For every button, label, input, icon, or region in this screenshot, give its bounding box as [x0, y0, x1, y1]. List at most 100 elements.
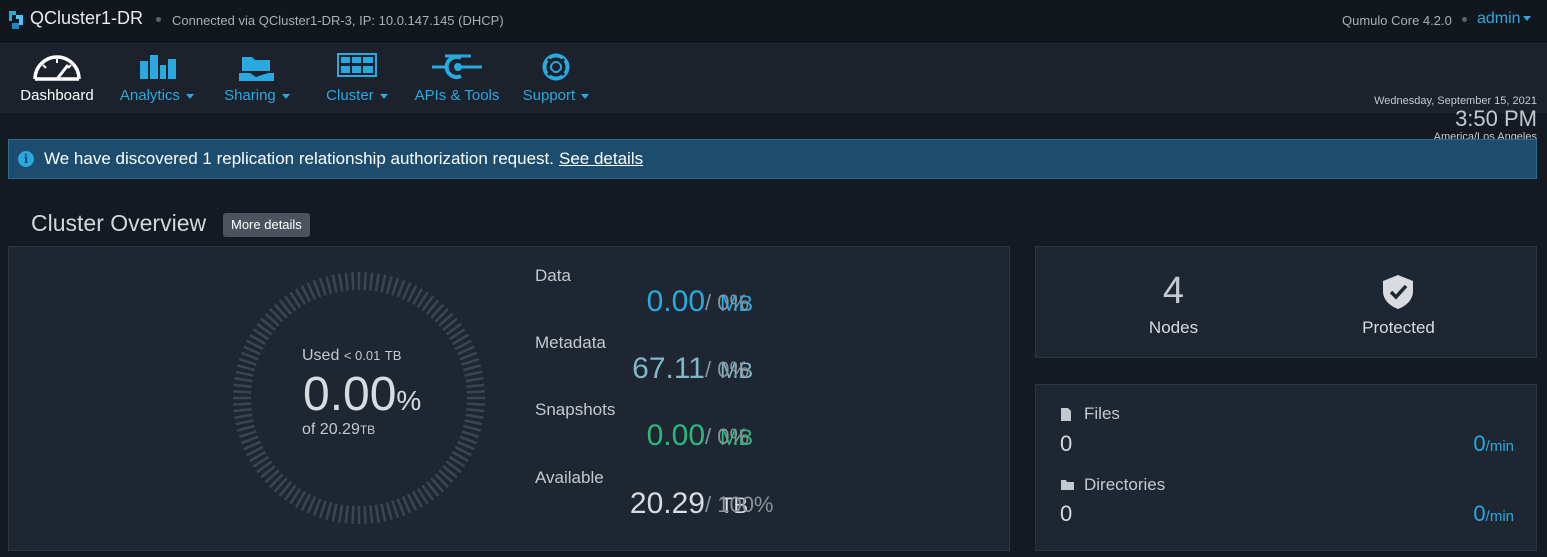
more-details-button[interactable]: More details: [223, 213, 310, 237]
gauge-tick: [238, 430, 257, 439]
section-title: Cluster Overview: [31, 210, 207, 236]
stat-label: Available: [535, 468, 604, 487]
stat-label: Metadata: [535, 333, 606, 352]
gauge-tick: [233, 402, 252, 406]
gauge-tick: [391, 500, 400, 519]
connection-status: Connected via QCluster1-DR-3, IP: 10.0.1…: [172, 13, 504, 28]
gauge-tick: [233, 408, 252, 413]
gauge-tick: [369, 272, 374, 291]
stat-label: Snapshots: [535, 400, 616, 419]
directories-label: Directories: [1061, 475, 1165, 495]
gauge-tick: [234, 413, 253, 419]
alert-message: We have discovered 1 replication relatio…: [44, 149, 554, 168]
cluster-name: QCluster1-DR: [30, 8, 144, 28]
directories-count: 0: [1060, 501, 1073, 526]
gauge-tick: [344, 505, 349, 524]
user-name: admin: [1477, 10, 1521, 27]
gauge-icon: [33, 55, 81, 81]
gauge-tick: [318, 277, 327, 296]
nav-support[interactable]: Support: [518, 43, 594, 115]
qumulo-logo-icon: [9, 11, 23, 29]
nav-label: APIs & Tools: [414, 87, 500, 104]
gauge-tick: [234, 377, 253, 383]
gauge-tick: [235, 419, 254, 426]
gauge-tick: [385, 275, 393, 295]
directories-rate: 0/min: [1473, 501, 1514, 526]
gauge-tick: [396, 279, 406, 298]
gauge-tick: [396, 498, 406, 517]
nav-sharing[interactable]: Sharing: [218, 43, 296, 115]
gauge-tick: [325, 501, 333, 521]
gauge-used: Used < 0.01 TB: [302, 347, 402, 364]
nav-apis-tools[interactable]: APIs & Tools: [410, 43, 504, 115]
gauge-tick: [240, 435, 259, 445]
files-label: Files: [1061, 404, 1120, 424]
gauge-tick: [459, 435, 478, 445]
gauge-tick: [338, 504, 344, 523]
file-icon: [1061, 407, 1071, 421]
gauge-tick: [236, 364, 256, 372]
gauge-tick: [464, 419, 483, 426]
chevron-down-icon: [1522, 16, 1531, 22]
gauge-tick: [238, 357, 257, 366]
stat-available: 20.29 TB / 100%: [629, 487, 774, 520]
nav-analytics[interactable]: Analytics: [114, 43, 200, 115]
nav-dashboard[interactable]: Dashboard: [12, 43, 102, 115]
gauge-tick: [338, 273, 344, 292]
gauge-tick: [344, 272, 349, 291]
gauge-tick: [465, 377, 484, 383]
stat-data: 0.00 MB / 0%: [646, 285, 753, 318]
cluster-grid-icon: [337, 53, 377, 77]
gauge-tick: [363, 505, 367, 524]
separator-dot: [1462, 17, 1467, 22]
gauge-percent: 0.00%: [303, 368, 422, 421]
stat-value: 0.00: [646, 285, 705, 318]
nav-cluster[interactable]: Cluster: [320, 43, 394, 115]
see-details-link[interactable]: See details: [559, 149, 643, 169]
gauge-tick: [385, 501, 393, 521]
gauge-tick: [380, 274, 387, 293]
stat-value: 0.00: [646, 419, 705, 452]
nav-label: Dashboard: [20, 87, 94, 104]
gauge-tick: [462, 424, 482, 432]
gauge-tick: [462, 364, 482, 372]
stat-value: 67.11: [632, 352, 705, 385]
user-menu[interactable]: admin: [1477, 10, 1531, 28]
nav-label: Cluster: [320, 87, 394, 104]
replication-alert-banner: i We have discovered 1 replication relat…: [8, 139, 1537, 179]
files-panel: Files 0 0/min Directories 0 0/min: [1035, 384, 1537, 551]
folder-icon: [1061, 480, 1074, 490]
gauge-tick: [461, 430, 480, 439]
stat-percent: / 100%: [705, 492, 774, 517]
software-version: Qumulo Core 4.2.0: [1342, 13, 1452, 28]
files-count: 0: [1060, 431, 1073, 456]
gauge-tick: [312, 498, 322, 517]
nodes-label: Nodes: [1148, 318, 1199, 337]
nav-label: Analytics: [114, 87, 200, 104]
files-rate: 0/min: [1473, 431, 1514, 456]
gauge-tick: [351, 505, 355, 524]
gauge-tick: [464, 370, 483, 377]
gauge-tick: [466, 408, 485, 413]
gauge-total: of 20.29TB: [302, 421, 376, 438]
gauge-tick: [380, 503, 387, 522]
gauge-tick: [318, 500, 327, 519]
gauge-tick: [331, 503, 338, 522]
gauge-tick: [331, 274, 338, 293]
date-time-display: Wednesday, September 15, 2021 3:50 PM Am…: [1374, 95, 1537, 143]
lifebuoy-icon: [542, 53, 570, 81]
gauge-tick: [233, 383, 252, 388]
gauge-tick: [466, 390, 485, 394]
top-bar: QCluster1-DR Connected via QCluster1-DR-…: [0, 0, 1547, 42]
stat-value: 20.29: [629, 487, 705, 520]
gauge-tick: [312, 279, 322, 298]
shield-check-icon: [1383, 275, 1413, 309]
gauge-tick: [235, 370, 254, 377]
stat-percent: / 0%: [705, 290, 750, 315]
node-count: 4: [1162, 270, 1185, 312]
stat-percent: / 0%: [705, 357, 750, 382]
folder-share-icon: [239, 57, 274, 81]
bar-chart-icon: [140, 55, 176, 79]
api-icon: [432, 54, 482, 79]
gauge-tick: [369, 505, 374, 524]
